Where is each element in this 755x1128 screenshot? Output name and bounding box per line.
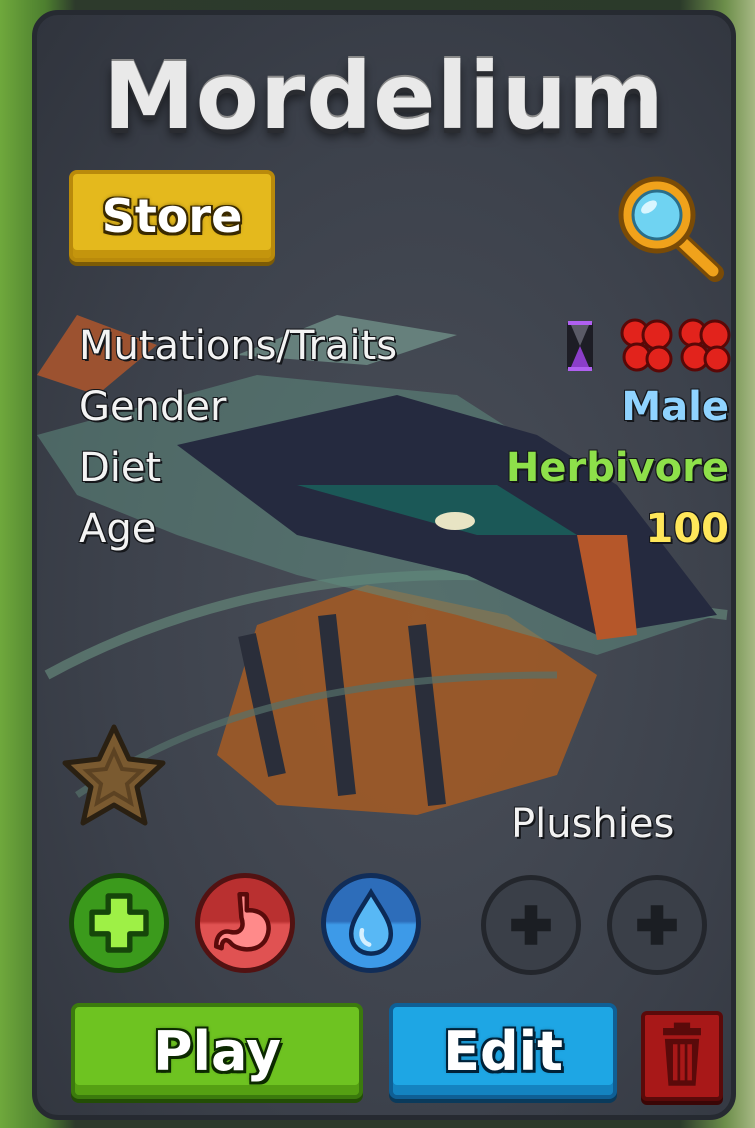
age-value: 100: [645, 506, 730, 552]
delete-button[interactable]: [641, 1011, 723, 1101]
trash-icon: [663, 1022, 701, 1086]
age-label: Age: [79, 506, 157, 552]
mutations-row: Mutations/Traits: [79, 318, 731, 384]
plushie-slot-1[interactable]: [481, 875, 581, 975]
age-row: Age 100: [79, 506, 731, 567]
water-drop-icon: [348, 888, 394, 956]
stomach-icon: [213, 891, 271, 952]
creature-name: Mordelium: [103, 43, 665, 150]
feed-button[interactable]: [195, 873, 295, 973]
store-button[interactable]: Store: [69, 170, 275, 262]
diet-row: Diet Herbivore: [79, 445, 731, 506]
favorite-star-icon[interactable]: [59, 721, 169, 831]
diet-value: Herbivore: [505, 445, 729, 491]
magnifier-icon[interactable]: [615, 173, 725, 283]
hourglass-trait-icon[interactable]: [561, 317, 617, 375]
heal-button[interactable]: [69, 873, 169, 973]
gender-value: Male: [621, 384, 729, 430]
stats-list: Mutations/Traits Gender Male Diet Herbiv…: [79, 318, 731, 567]
plus-icon: [511, 905, 551, 945]
red-cells-trait-icon[interactable]: [619, 317, 675, 375]
mutations-label: Mutations/Traits: [79, 323, 398, 369]
plushies-label: Plushies: [511, 801, 675, 847]
edit-button-label: Edit: [443, 1019, 563, 1083]
gender-label: Gender: [79, 384, 227, 430]
traits-list: [561, 317, 733, 375]
play-button[interactable]: Play: [71, 1003, 363, 1099]
play-button-label: Play: [152, 1019, 282, 1083]
store-button-label: Store: [101, 189, 243, 243]
red-cells-trait-icon[interactable]: [677, 317, 733, 375]
plushie-slot-2[interactable]: [607, 875, 707, 975]
plus-icon: [637, 905, 677, 945]
gender-row: Gender Male: [79, 384, 731, 445]
creature-card: Mordelium Store Mutations/Traits Gender …: [32, 10, 736, 1120]
plus-icon: [89, 893, 149, 953]
water-button[interactable]: [321, 873, 421, 973]
diet-label: Diet: [79, 445, 162, 491]
edit-button[interactable]: Edit: [389, 1003, 617, 1099]
